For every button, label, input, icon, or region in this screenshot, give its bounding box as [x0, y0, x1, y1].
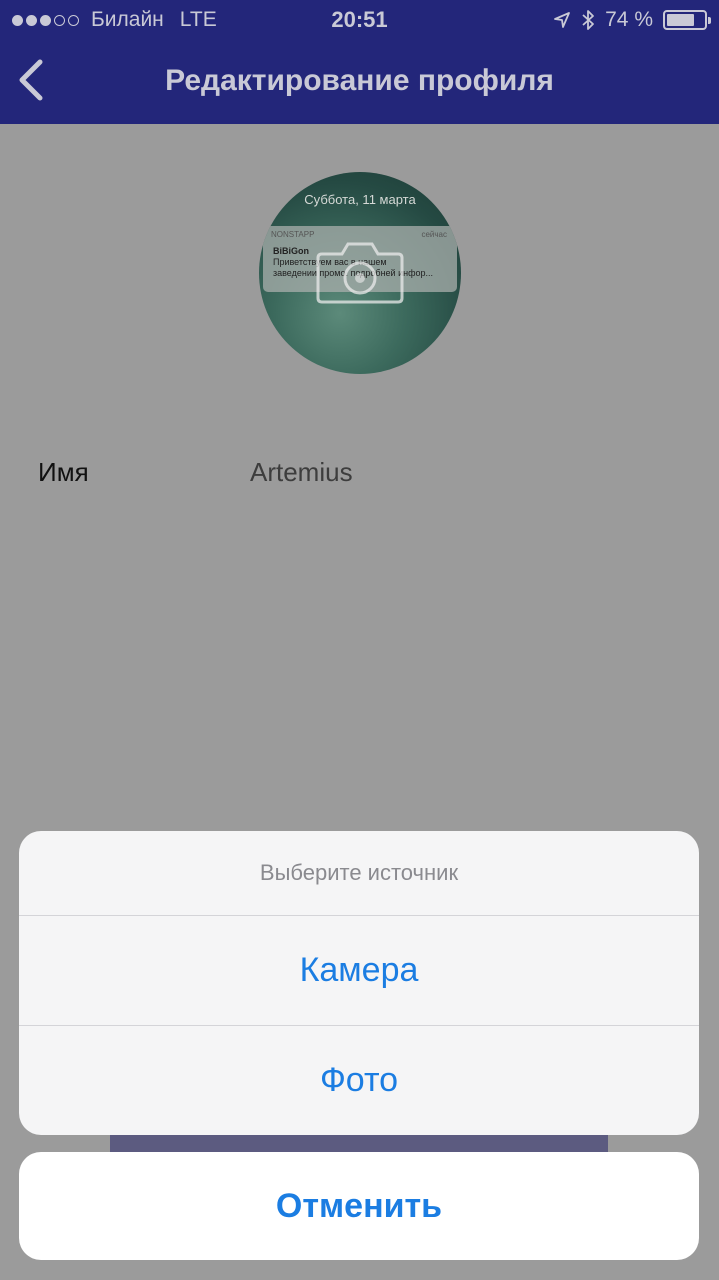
- location-arrow-icon: [554, 12, 571, 28]
- action-sheet: Выберите источник Камера Фото: [19, 831, 699, 1135]
- cancel-button[interactable]: Отменить: [19, 1152, 699, 1260]
- avatar-lockscreen-date: Суббота, 11 марта: [304, 192, 416, 207]
- action-sheet-title: Выберите источник: [259, 860, 459, 885]
- page-title: Редактирование профиля: [165, 64, 554, 97]
- battery-fill: [667, 14, 694, 26]
- avatar[interactable]: Суббота, 11 марта NONSTAPP сейчас BiBiGo…: [259, 172, 461, 374]
- notification-app-name: NONSTAPP: [271, 230, 315, 239]
- status-bar: Билайн LTE 20:51 74 %: [0, 0, 719, 40]
- name-field[interactable]: Artemius: [250, 457, 353, 488]
- status-right: 74 %: [553, 8, 711, 32]
- camera-icon: [316, 242, 404, 304]
- photo-option-button[interactable]: Фото: [19, 1026, 699, 1135]
- navigation-bar: Редактирование профиля: [0, 40, 719, 124]
- battery-icon: [663, 10, 711, 30]
- name-label: Имя: [38, 457, 89, 487]
- battery-percent: 74 %: [605, 8, 653, 31]
- notification-time: сейчас: [421, 230, 447, 239]
- camera-option-button[interactable]: Камера: [19, 916, 699, 1025]
- bluetooth-icon: [582, 10, 595, 30]
